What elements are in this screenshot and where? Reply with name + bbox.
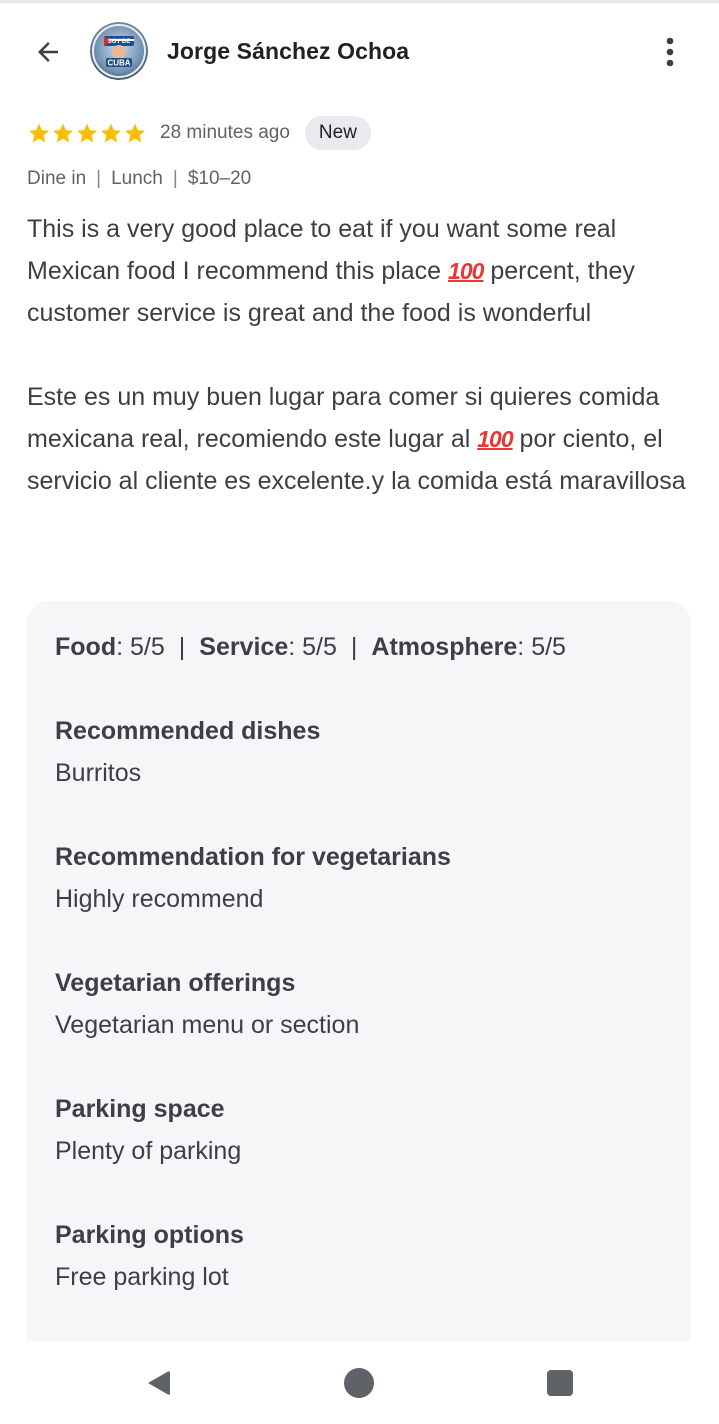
visit-tags: Dine in | Lunch | $10–20	[27, 168, 251, 190]
new-badge: New	[304, 116, 371, 150]
star-icon	[125, 123, 145, 143]
attribute-label: Recommendation for vegetarians	[55, 843, 451, 871]
nav-recents-button[interactable]	[538, 1363, 582, 1403]
avatar-image: SOY DE CUBA	[90, 22, 148, 80]
author-name[interactable]: Jorge Sánchez Ochoa	[167, 38, 409, 65]
score-value-atmosphere: 5/5	[531, 633, 566, 661]
attribute-label: Parking options	[55, 1221, 244, 1249]
star-icon	[77, 123, 97, 143]
attribute-vegetarian-offerings: Vegetarian offerings Vegetarian menu or …	[55, 967, 655, 1041]
score-label-atmosphere: Atmosphere	[371, 633, 518, 661]
review-header: SOY DE CUBA Jorge Sánchez Ochoa	[0, 18, 719, 84]
score-value-service: 5/5	[302, 633, 337, 661]
review-paragraph-english: This is a very good place to eat if you …	[27, 215, 642, 327]
star-icon	[101, 123, 121, 143]
tag-separator: |	[172, 168, 178, 189]
star-icon	[29, 123, 49, 143]
tag-separator: |	[96, 168, 102, 189]
review-time: 28 minutes ago	[160, 122, 290, 143]
attribute-label: Recommended dishes	[55, 717, 321, 745]
nav-home-button[interactable]	[337, 1363, 381, 1403]
score-separator: |	[178, 633, 186, 661]
avatar-text-bottom: CUBA	[107, 59, 130, 68]
avatar[interactable]: SOY DE CUBA	[90, 22, 148, 80]
rating-row: 28 minutes ago New	[27, 115, 371, 151]
sub-ratings: Food: 5/5 | Service: 5/5 | Atmosphere: 5…	[55, 633, 566, 661]
score-separator: |	[350, 633, 358, 661]
hundred-points-icon: 100	[448, 258, 484, 284]
system-navigation-bar	[0, 1341, 719, 1424]
attribute-recommended-dishes: Recommended dishes Burritos	[55, 715, 655, 789]
score-value-food: 5/5	[130, 633, 165, 661]
attribute-label: Parking space	[55, 1095, 225, 1123]
square-recents-icon	[547, 1370, 573, 1396]
more-vertical-icon	[666, 37, 674, 67]
attribute-label: Vegetarian offerings	[55, 969, 296, 997]
tag-meal-type: Lunch	[111, 168, 163, 189]
attribute-value: Vegetarian menu or section	[55, 1011, 360, 1039]
avatar-text-top: SOY DE	[108, 39, 131, 45]
review-text: This is a very good place to eat if you …	[27, 208, 697, 502]
attribute-value: Burritos	[55, 759, 142, 787]
tag-price: $10–20	[187, 168, 252, 189]
attribute-vegetarian-recommendation: Recommendation for vegetarians Highly re…	[55, 841, 655, 915]
attribute-parking-options: Parking options Free parking lot	[55, 1219, 655, 1293]
top-divider	[0, 0, 719, 3]
review-details-card: Food: 5/5 | Service: 5/5 | Atmosphere: 5…	[27, 601, 691, 1341]
attribute-parking-space: Parking space Plenty of parking	[55, 1093, 655, 1167]
attribute-value: Plenty of parking	[55, 1137, 242, 1165]
back-button[interactable]	[26, 30, 70, 74]
review-paragraph-spanish: Este es un muy buen lugar para comer si …	[27, 383, 686, 495]
arrow-left-icon	[38, 42, 58, 62]
triangle-back-icon	[148, 1371, 170, 1395]
circle-home-icon	[344, 1368, 374, 1398]
attribute-value: Free parking lot	[55, 1263, 229, 1291]
star-icon	[53, 123, 73, 143]
score-label-food: Food	[55, 633, 117, 661]
more-options-button[interactable]	[650, 30, 690, 74]
hundred-points-icon: 100	[477, 426, 513, 452]
nav-back-button[interactable]	[136, 1363, 180, 1403]
score-label-service: Service	[199, 633, 289, 661]
tag-service-type: Dine in	[27, 168, 87, 189]
star-rating	[27, 121, 147, 145]
attribute-value: Highly recommend	[55, 885, 264, 913]
